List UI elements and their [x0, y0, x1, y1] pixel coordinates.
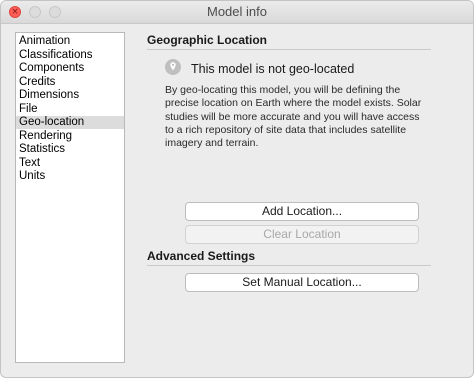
sidebar-item-rendering[interactable]: Rendering: [16, 130, 124, 143]
window-title: Model info: [207, 4, 267, 19]
geographic-location-heading: Geographic Location: [147, 33, 268, 47]
geo-description: By geo-locating this model, you will be …: [165, 84, 422, 150]
advanced-settings-heading: Advanced Settings: [147, 249, 256, 263]
sidebar-item-geo-location[interactable]: Geo-location: [16, 116, 124, 129]
location-pin-icon: [165, 59, 181, 75]
sidebar-item-text[interactable]: Text: [16, 157, 124, 170]
clear-location-button[interactable]: Clear Location: [185, 225, 419, 244]
sidebar-item-classifications[interactable]: Classifications: [16, 49, 124, 62]
sidebar-item-file[interactable]: File: [16, 103, 124, 116]
title-bar: × Model info: [1, 1, 473, 24]
sidebar-item-units[interactable]: Units: [16, 170, 124, 183]
sidebar-item-dimensions[interactable]: Dimensions: [16, 89, 124, 102]
sidebar-item-statistics[interactable]: Statistics: [16, 143, 124, 156]
sidebar-item-components[interactable]: Components: [16, 62, 124, 75]
model-info-window: × Model info Animation Classifications C…: [0, 0, 474, 378]
sidebar-item-credits[interactable]: Credits: [16, 76, 124, 89]
category-list[interactable]: Animation Classifications Components Cre…: [15, 32, 125, 363]
section-divider: [147, 49, 431, 50]
section-divider: [147, 265, 431, 266]
geo-status-text: This model is not geo-located: [191, 62, 355, 76]
sidebar-item-animation[interactable]: Animation: [16, 35, 124, 48]
set-manual-location-button[interactable]: Set Manual Location...: [185, 273, 419, 292]
add-location-button[interactable]: Add Location...: [185, 202, 419, 221]
